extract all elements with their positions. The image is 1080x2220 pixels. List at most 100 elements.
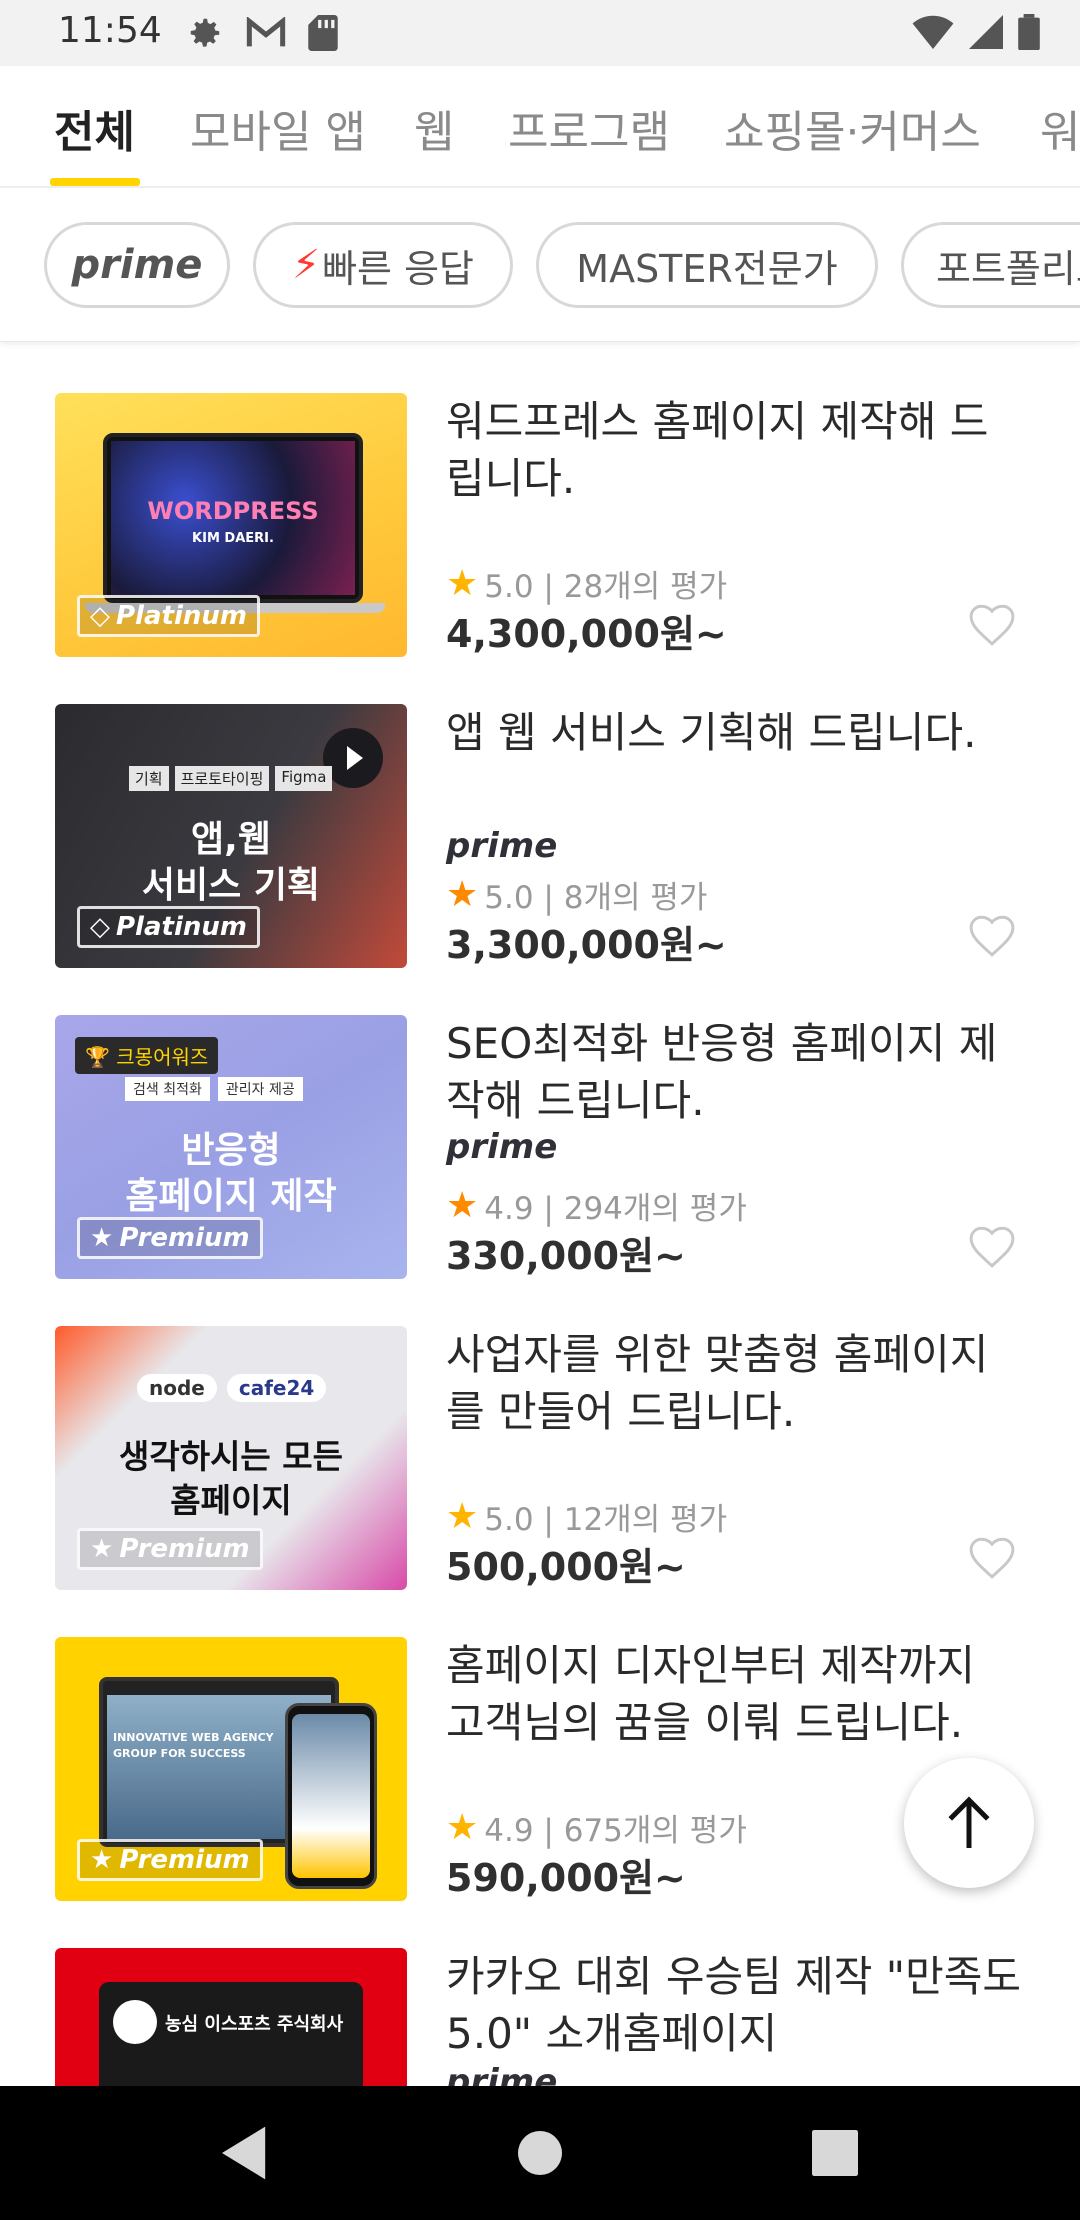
item-rating: ★ 4.9 | 675개의 평가 bbox=[446, 1805, 747, 1850]
thumb-text: GROUP FOR SUCCESS bbox=[113, 1747, 246, 1760]
prime-logo: prime bbox=[446, 1127, 558, 1167]
thumb-text: Figma bbox=[275, 766, 333, 791]
active-tab-indicator bbox=[50, 178, 140, 186]
star-icon: ★ bbox=[446, 1496, 479, 1537]
chip-prime-label: prime bbox=[71, 242, 203, 288]
sd-card-icon bbox=[308, 15, 338, 51]
category-tabs: 전체 모바일 앱 웹 프로그램 쇼핑몰·커머스 워 bbox=[0, 66, 1080, 188]
item-title[interactable]: 사업자를 위한 맞춤형 홈페이지를 만들어 드립니다. bbox=[446, 1326, 1026, 1440]
item-thumbnail[interactable]: WORDPRESS KIM DAERI. ◇ Platinum bbox=[55, 393, 407, 657]
badge-label: Platinum bbox=[116, 912, 247, 942]
thumb-text: cafe24 bbox=[226, 1374, 327, 1402]
gmail-icon bbox=[246, 17, 286, 47]
rating-text: 4.9 | 675개의 평가 bbox=[484, 1813, 747, 1849]
thumb-text: 생각하시는 모든 bbox=[118, 1437, 343, 1476]
heart-icon[interactable] bbox=[966, 1223, 1018, 1269]
star-badge-icon: ★ bbox=[90, 1845, 114, 1875]
item-title[interactable]: SEO최적화 반응형 홈페이지 제작해 드립니다. bbox=[446, 1015, 1026, 1129]
tab-shopping-commerce[interactable]: 쇼핑몰·커머스 bbox=[724, 96, 981, 160]
arrow-up-icon bbox=[948, 1796, 990, 1848]
thumb-text: INNOVATIVE WEB AGENCY bbox=[113, 1731, 274, 1744]
tab-partial[interactable]: 워 bbox=[1040, 96, 1080, 160]
home-icon[interactable] bbox=[518, 2126, 562, 2180]
thumb-text: node bbox=[137, 1374, 217, 1402]
thumb-text: 홈페이지 bbox=[170, 1481, 292, 1520]
premium-badge: ★ Premium bbox=[77, 1839, 263, 1881]
item-thumbnail[interactable]: 농심 이스포츠 주식회사 bbox=[55, 1948, 407, 2086]
heart-icon[interactable] bbox=[966, 912, 1018, 958]
badge-label: Platinum bbox=[116, 601, 247, 631]
item-thumbnail[interactable]: 🏆 크몽어워즈 검색 최적화 관리자 제공 반응형 홈페이지 제작 ★ Prem… bbox=[55, 1015, 407, 1279]
premium-badge: ★ Premium bbox=[77, 1217, 263, 1259]
item-price: 4,300,000원~ bbox=[446, 612, 727, 656]
badge-label: Premium bbox=[119, 1845, 250, 1875]
star-badge-icon: ★ bbox=[90, 1534, 114, 1564]
item-thumbnail[interactable]: node cafe24 생각하시는 모든 홈페이지 ★ Premium bbox=[55, 1326, 407, 1590]
badge-label: Premium bbox=[119, 1223, 250, 1253]
heart-icon[interactable] bbox=[966, 1534, 1018, 1580]
thumb-text: 기획 bbox=[129, 766, 169, 791]
item-title[interactable]: 카카오 대회 우승팀 제작 "만족도 5.0" 소개홈페이지 bbox=[446, 1948, 1026, 2062]
award-badge: 🏆 크몽어워즈 bbox=[75, 1037, 219, 1074]
logo-circle bbox=[113, 2000, 157, 2044]
system-nav-bar bbox=[0, 2086, 1080, 2220]
status-bar: 11:54 bbox=[0, 0, 1080, 66]
star-icon: ★ bbox=[446, 1807, 479, 1848]
rating-text: 5.0 | 12개의 평가 bbox=[484, 1502, 728, 1538]
heart-icon[interactable] bbox=[966, 601, 1018, 647]
list-item[interactable]: 농심 이스포츠 주식회사 카카오 대회 우승팀 제작 "만족도 5.0" 소개홈… bbox=[0, 1948, 1080, 2086]
star-icon: ★ bbox=[446, 874, 479, 915]
recents-icon[interactable] bbox=[812, 2126, 858, 2180]
thumb-text: 반응형 bbox=[181, 1130, 281, 1171]
tab-mobile-app[interactable]: 모바일 앱 bbox=[190, 96, 366, 160]
phone-image bbox=[285, 1703, 377, 1889]
tab-program[interactable]: 프로그램 bbox=[508, 96, 670, 160]
chip-fast-response-label: 빠른 응답 bbox=[322, 246, 474, 291]
item-thumbnail[interactable]: 기획 프로토타이핑 Figma 앱,웹 서비스 기획 ◇ Platinum bbox=[55, 704, 407, 968]
list-item[interactable]: 🏆 크몽어워즈 검색 최적화 관리자 제공 반응형 홈페이지 제작 ★ Prem… bbox=[0, 1015, 1080, 1326]
item-price: 3,300,000원~ bbox=[446, 923, 727, 967]
platinum-badge: ◇ Platinum bbox=[77, 906, 260, 948]
premium-badge: ★ Premium bbox=[77, 1528, 263, 1570]
badge-label: Premium bbox=[119, 1534, 250, 1564]
item-price: 500,000원~ bbox=[446, 1545, 686, 1589]
chip-prime[interactable]: prime bbox=[44, 222, 230, 308]
platinum-badge: ◇ Platinum bbox=[77, 595, 260, 637]
list-item[interactable]: 기획 프로토타이핑 Figma 앱,웹 서비스 기획 ◇ Platinum 앱 … bbox=[0, 704, 1080, 1015]
list-item[interactable]: node cafe24 생각하시는 모든 홈페이지 ★ Premium 사업자를… bbox=[0, 1326, 1080, 1637]
item-title[interactable]: 워드프레스 홈페이지 제작해 드립니다. bbox=[446, 393, 1026, 507]
thumb-text: 검색 최적화 bbox=[125, 1077, 210, 1101]
list-item[interactable]: WORDPRESS KIM DAERI. ◇ Platinum 워드프레스 홈페… bbox=[0, 393, 1080, 704]
item-rating: ★ 5.0 | 8개의 평가 bbox=[446, 872, 707, 917]
thumb-text: 크몽어워즈 bbox=[116, 1045, 209, 1069]
thumb-text: KIM DAERI. bbox=[192, 531, 274, 546]
item-price: 590,000원~ bbox=[446, 1856, 686, 1900]
item-thumbnail[interactable]: INNOVATIVE WEB AGENCY GROUP FOR SUCCESS … bbox=[55, 1637, 407, 1901]
lightning-icon: ⚡ bbox=[291, 242, 321, 288]
thumb-text: 농심 이스포츠 주식회사 bbox=[165, 2014, 344, 2035]
status-time: 11:54 bbox=[58, 10, 162, 51]
prime-logo: prime bbox=[446, 2062, 558, 2086]
scroll-to-top-button[interactable] bbox=[904, 1758, 1034, 1888]
prime-logo: prime bbox=[446, 826, 558, 866]
diamond-icon: ◇ bbox=[90, 912, 110, 942]
wifi-icon bbox=[912, 15, 954, 49]
chip-fast-response[interactable]: ⚡ 빠른 응답 bbox=[253, 222, 513, 308]
thumb-text: 서비스 기획 bbox=[141, 865, 321, 906]
laptop-image: WORDPRESS KIM DAERI. bbox=[103, 433, 363, 603]
rating-text: 5.0 | 8개의 평가 bbox=[484, 880, 708, 916]
rating-text: 5.0 | 28개의 평가 bbox=[484, 569, 728, 605]
item-title[interactable]: 앱 웹 서비스 기획해 드립니다. bbox=[446, 704, 1026, 761]
tab-all[interactable]: 전체 bbox=[54, 96, 135, 160]
back-icon[interactable] bbox=[222, 2126, 270, 2180]
rating-text: 4.9 | 294개의 평가 bbox=[484, 1191, 747, 1227]
star-icon: ★ bbox=[446, 1185, 479, 1226]
chip-portfolio[interactable]: 포트폴리오 bbox=[901, 222, 1080, 308]
tab-web[interactable]: 웹 bbox=[414, 96, 454, 160]
chip-master-expert[interactable]: MASTER전문가 bbox=[536, 222, 878, 308]
item-title[interactable]: 홈페이지 디자인부터 제작까지 고객님의 꿈을 이뤄 드립니다. bbox=[446, 1637, 1026, 1751]
thumb-text: 관리자 제공 bbox=[217, 1077, 303, 1101]
item-rating: ★ 5.0 | 12개의 평가 bbox=[446, 1494, 727, 1539]
star-icon: ★ bbox=[446, 563, 479, 604]
signal-icon bbox=[969, 15, 1003, 49]
